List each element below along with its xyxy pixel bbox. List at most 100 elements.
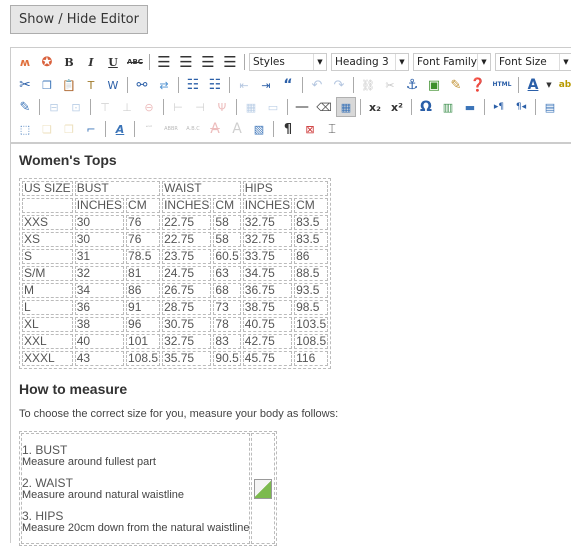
table-cell: 76 <box>126 232 161 247</box>
special-character-icon[interactable]: Ω <box>416 97 436 117</box>
table-cell: 26.75 <box>162 283 212 298</box>
indent-icon[interactable]: ⇥ <box>256 75 276 95</box>
format-dropdown[interactable]: Heading 3 ▼ <box>331 53 409 71</box>
insert-layer-icon[interactable]: ⬚ <box>15 119 35 139</box>
numbered-list-icon[interactable]: ☷ <box>205 75 225 95</box>
table-cell: 86 <box>294 249 329 264</box>
undo-icon[interactable]: ↶ <box>307 75 327 95</box>
cleanup-icon[interactable]: ✎ <box>446 75 466 95</box>
edit-table-icon[interactable]: ✎ <box>15 97 35 117</box>
table-cell: 108.5 <box>294 334 329 349</box>
merge-cells-icon[interactable]: ▭ <box>263 97 283 117</box>
header-cell: WAIST <box>162 181 241 196</box>
cell-properties-icon[interactable]: ⊡ <box>66 97 86 117</box>
table-cell: 34 <box>74 283 125 298</box>
table-cell: 58 <box>213 215 241 230</box>
bullet-list-icon[interactable]: ☷ <box>183 75 203 95</box>
table-cell: 83 <box>213 334 241 349</box>
fullscreen-icon[interactable]: ▤ <box>540 97 560 117</box>
split-cells-icon[interactable]: ▦ <box>241 97 261 117</box>
measure-intro-text: To choose the correct size for you, meas… <box>19 408 339 420</box>
font-size-dropdown[interactable]: Font Size ▼ <box>495 53 571 71</box>
attributes-icon[interactable]: ▧ <box>249 119 269 139</box>
insertion-icon[interactable]: A <box>227 119 247 139</box>
strikethrough-icon[interactable]: ABC <box>125 52 145 72</box>
measure-image-cell <box>251 433 276 544</box>
editor-content[interactable]: Women's Tops US SIZE BUST WAIST HIPS INCHES C… <box>19 152 338 546</box>
anchor-icon[interactable]: ⚓ <box>402 75 422 95</box>
paste-word-icon[interactable]: W <box>103 75 123 95</box>
unlink-icon[interactable]: ✂ <box>380 75 400 95</box>
cut-icon[interactable]: ✂ <box>15 75 35 95</box>
chevron-down-icon: ▼ <box>477 54 490 70</box>
align-center-icon[interactable]: ☰ <box>176 52 196 72</box>
toolbar-separator <box>353 77 354 93</box>
table-row: L 36 91 28.75 73 38.75 98.5 <box>22 300 329 315</box>
redo-icon[interactable]: ↷ <box>329 75 349 95</box>
insert-row-before-icon[interactable]: ⊤ <box>95 97 115 117</box>
link-icon[interactable]: ⛓ <box>358 75 378 95</box>
media-embed-icon[interactable]: ▥ <box>438 97 458 117</box>
align-justify-icon[interactable]: ☰ <box>220 52 240 72</box>
move-forward-icon[interactable]: ❏ <box>37 119 57 139</box>
table-cell: 93.5 <box>294 283 329 298</box>
table-cell: 91 <box>126 300 161 315</box>
blockquote-icon[interactable]: “ <box>278 75 298 95</box>
move-backward-icon[interactable]: ❐ <box>59 119 79 139</box>
help-icon[interactable]: ❓ <box>468 75 488 95</box>
superscript-icon[interactable]: x² <box>387 97 407 117</box>
subheader-cell <box>22 198 73 213</box>
paste-icon[interactable]: 📋 <box>59 75 79 95</box>
rtl-icon[interactable]: ¶◂ <box>511 97 531 117</box>
image-icon[interactable]: ▣ <box>424 75 444 95</box>
copy-icon[interactable]: ❐ <box>37 75 57 95</box>
find-icon[interactable]: ⚯ <box>132 75 152 95</box>
show-hide-editor-button[interactable]: Show / Hide Editor <box>10 5 148 34</box>
font-family-dropdown-label: Font Family <box>417 56 477 68</box>
font-family-dropdown[interactable]: Font Family ▼ <box>413 53 491 71</box>
page-break-icon[interactable]: ⌶ <box>322 119 342 139</box>
horizontal-rule-icon[interactable]: — <box>292 97 312 117</box>
align-left-icon[interactable]: ☰ <box>154 52 174 72</box>
bold-icon[interactable]: B <box>59 52 79 72</box>
align-right-icon[interactable]: ☰ <box>198 52 218 72</box>
broken-image-icon[interactable] <box>254 478 273 499</box>
ltr-icon[interactable]: ▸¶ <box>489 97 509 117</box>
spellcheck-icon[interactable]: ✪ <box>37 52 57 72</box>
text-color-icon[interactable]: A <box>523 75 543 95</box>
toolbar-separator <box>484 99 485 115</box>
subscript-icon[interactable]: x₂ <box>365 97 385 117</box>
italic-icon[interactable]: I <box>81 52 101 72</box>
table-icon[interactable]: ▦ <box>336 97 356 117</box>
template-icon[interactable]: ⊠ <box>300 119 320 139</box>
delete-column-icon[interactable]: Ψ <box>212 97 232 117</box>
table-cell: 83.5 <box>294 232 329 247</box>
html-source-icon[interactable]: HTML <box>490 75 514 95</box>
abbreviation-icon[interactable]: ABBR <box>161 119 181 139</box>
toolbar-separator <box>229 77 230 93</box>
text-color-dropdown-icon[interactable]: ▼ <box>545 75 553 95</box>
styles-dropdown[interactable]: Styles ▼ <box>249 53 327 71</box>
insert-row-after-icon[interactable]: ⊥ <box>117 97 137 117</box>
insert-column-before-icon[interactable]: ⊢ <box>168 97 188 117</box>
delete-row-icon[interactable]: ⊖ <box>139 97 159 117</box>
highlight-color-icon[interactable]: ab <box>555 75 571 95</box>
nonbreaking-space-icon[interactable]: ▬ <box>460 97 480 117</box>
acronym-icon[interactable]: A.B.C <box>183 119 203 139</box>
table-cell: 32 <box>74 266 125 281</box>
deletion-icon[interactable]: A <box>205 119 225 139</box>
absolute-position-icon[interactable]: ⌐ <box>81 119 101 139</box>
styles-props-icon[interactable]: A <box>110 119 130 139</box>
row-properties-icon[interactable]: ⊟ <box>44 97 64 117</box>
show-invisible-chars-icon[interactable]: ¶ <box>278 119 298 139</box>
media-icon[interactable]: ʍ <box>15 52 35 72</box>
remove-format-icon[interactable]: ⌫ <box>314 97 334 117</box>
replace-icon[interactable]: ⇄ <box>154 75 174 95</box>
cite-icon[interactable]: “” <box>139 119 159 139</box>
paste-text-icon[interactable]: T <box>81 75 101 95</box>
outdent-icon[interactable]: ⇤ <box>234 75 254 95</box>
toolbar-row-1: ʍ ✪ B I U ABC ☰ ☰ ☰ ☰ Styles ▼ Heading 3… <box>15 51 571 73</box>
subheader-cell: CM <box>126 198 161 213</box>
underline-icon[interactable]: U <box>103 52 123 72</box>
insert-column-after-icon[interactable]: ⊣ <box>190 97 210 117</box>
